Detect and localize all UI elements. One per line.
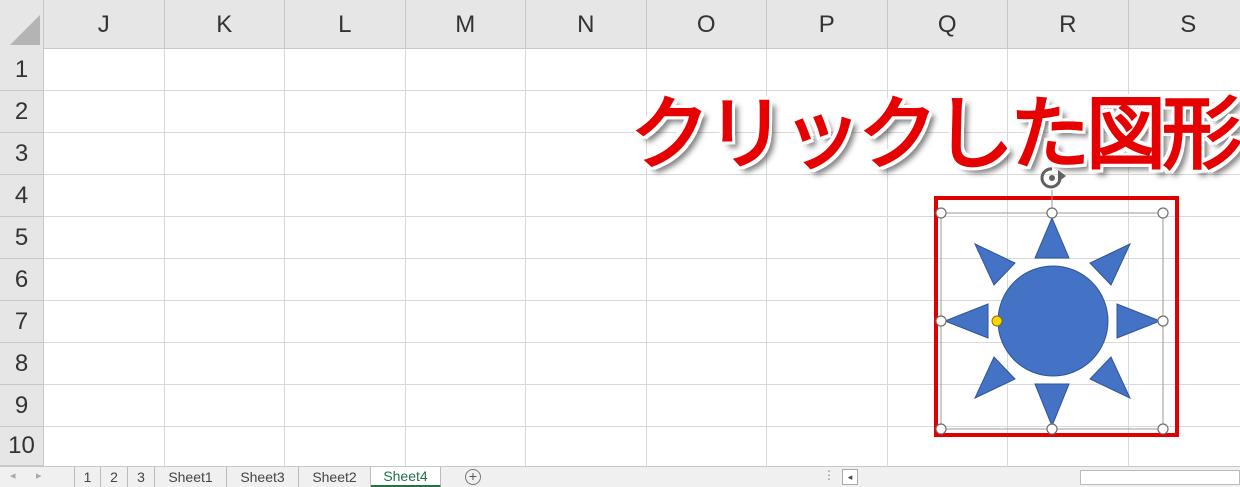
resize-handle-left[interactable] [935, 315, 947, 327]
resize-handle-top[interactable] [1046, 207, 1058, 219]
horizontal-scrollbar-thumb[interactable] [1080, 470, 1240, 485]
sheet-tab-sheet3[interactable]: Sheet3 [227, 467, 299, 487]
sheet-tab-sheet4[interactable]: Sheet4 [371, 467, 441, 487]
sun-ray-right [1116, 303, 1162, 339]
sun-shape[interactable] [943, 216, 1162, 428]
sun-ray-top-right [1089, 242, 1132, 286]
add-sheet-icon[interactable]: + [465, 469, 481, 485]
sheet-tab-2[interactable]: 2 [101, 467, 128, 487]
resize-handle-bottom-left[interactable] [935, 423, 947, 435]
resize-handle-top-left[interactable] [935, 207, 947, 219]
sun-ray-top [1034, 216, 1070, 259]
sheet-tab-sheet2[interactable]: Sheet2 [299, 467, 371, 487]
next-sheet-icon[interactable]: ▸ [36, 469, 42, 482]
sheet-tab-sheet1[interactable]: Sheet1 [155, 467, 227, 487]
sun-ray-left [943, 303, 989, 339]
sun-center [997, 265, 1109, 377]
rotate-handle-icon[interactable] [1040, 167, 1066, 189]
prev-sheet-icon[interactable]: ◂ [10, 469, 16, 482]
adjust-handle[interactable] [991, 315, 1003, 327]
sun-ray-bottom [1034, 383, 1070, 428]
more-options-icon[interactable]: ⋮ [823, 468, 835, 482]
sun-ray-bottom-right [1089, 356, 1132, 400]
resize-handle-bottom[interactable] [1046, 423, 1058, 435]
resize-handle-bottom-right[interactable] [1157, 423, 1169, 435]
selected-shape-layer [934, 167, 1179, 437]
resize-handle-top-right[interactable] [1157, 207, 1169, 219]
sheet-tab-1[interactable]: 1 [74, 467, 101, 487]
scroll-left-icon[interactable]: ◂ [842, 469, 858, 485]
sun-ray-bottom-left [973, 356, 1016, 400]
sun-ray-top-left [973, 242, 1016, 286]
sheet-tab-bar: ◂ ▸ 1 2 3 Sheet1 Sheet3 Sheet2 Sheet4 + ⋮ ◂ [0, 466, 1240, 487]
sheet-tab-3[interactable]: 3 [128, 467, 155, 487]
resize-handle-right[interactable] [1157, 315, 1169, 327]
